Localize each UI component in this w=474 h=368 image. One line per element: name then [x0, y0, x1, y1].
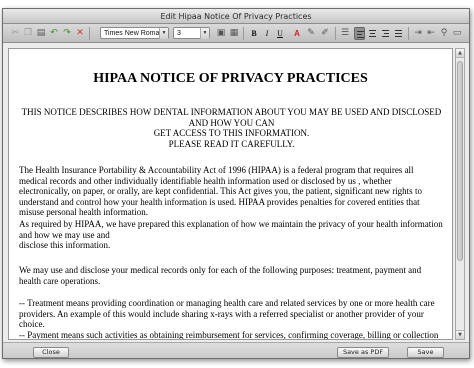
- paste-icon[interactable]: ▤: [35, 27, 47, 40]
- paragraph: -- Treatment means providing coordinatio…: [19, 298, 439, 340]
- toolbar-divider: [89, 27, 90, 40]
- chevron-up-icon[interactable]: ▲: [456, 49, 464, 58]
- document-title: HIPAA NOTICE OF PRIVACY PRACTICES: [93, 71, 368, 86]
- edit-icon[interactable]: ✐: [319, 27, 331, 40]
- bottom-bar: Close Save as PDF Save: [3, 342, 469, 358]
- close-button[interactable]: Close: [33, 347, 69, 358]
- align-left-button[interactable]: [354, 27, 365, 40]
- vertical-scrollbar[interactable]: ▲ ▼: [455, 48, 465, 340]
- scrollbar-thumb[interactable]: [457, 61, 463, 261]
- chevron-down-icon: ▼: [200, 28, 209, 39]
- paragraph: As required by HIPAA, we have prepared t…: [19, 219, 443, 250]
- save-button[interactable]: Save: [407, 347, 444, 358]
- intro-line: GET ACCESS TO THIS INFORMATION.: [153, 128, 310, 138]
- bold-button[interactable]: B: [248, 27, 260, 40]
- intro-line: PLEASE READ IT CAREFULLY.: [168, 138, 295, 149]
- outdent-icon[interactable]: ⇤: [425, 27, 437, 40]
- insert-link-icon[interactable]: ⚲: [438, 27, 450, 40]
- chevron-down-icon[interactable]: ▼: [456, 330, 464, 339]
- intro-line: AND HOW YOU CAN: [188, 117, 275, 128]
- font-family-select[interactable]: Times New Roman ▼: [100, 27, 169, 39]
- save-as-pdf-button[interactable]: Save as PDF: [337, 347, 389, 358]
- indent-icon[interactable]: ⇥: [412, 27, 424, 40]
- underline-button[interactable]: U: [274, 27, 286, 40]
- undo-icon[interactable]: ↶: [48, 27, 60, 40]
- bullet-list-icon[interactable]: ☰: [339, 27, 351, 40]
- align-center-button[interactable]: [367, 27, 378, 40]
- toolbar-divider: [243, 27, 244, 40]
- font-size-value: 3: [177, 30, 181, 37]
- delete-icon[interactable]: ✕: [74, 27, 86, 40]
- font-size-select[interactable]: 3 ▼: [173, 27, 210, 39]
- insert-image-icon[interactable]: ▣: [215, 27, 227, 40]
- toolbar-divider: [408, 27, 409, 40]
- chevron-down-icon: ▼: [159, 28, 168, 39]
- align-right-button[interactable]: [380, 27, 391, 40]
- copy-icon[interactable]: ❐: [22, 27, 34, 40]
- justify-button[interactable]: [393, 27, 404, 40]
- italic-button[interactable]: I: [261, 27, 273, 40]
- redo-icon[interactable]: ↷: [61, 27, 73, 40]
- toolbar-divider: [335, 27, 336, 40]
- document-editor[interactable]: HIPAA NOTICE OF PRIVACY PRACTICES THIS N…: [8, 48, 453, 340]
- cut-icon[interactable]: ✂: [9, 27, 21, 40]
- paragraph: We may use and disclose your medical rec…: [19, 265, 422, 286]
- text-color-button[interactable]: A: [291, 27, 303, 40]
- source-icon[interactable]: ▭: [451, 27, 463, 40]
- editor-window: Edit Hipaa Notice Of Privacy Practices ✂…: [2, 8, 470, 359]
- formatting-toolbar: ✂ ❐ ▤ ↶ ↷ ✕ Times New Roman ▼ 3 ▼ ▣ ▦ B …: [3, 24, 469, 43]
- window-title: Edit Hipaa Notice Of Privacy Practices: [3, 9, 469, 24]
- insert-table-icon[interactable]: ▦: [228, 27, 240, 40]
- paragraph: The Health Insurance Portability & Accou…: [19, 165, 422, 217]
- highlight-icon[interactable]: ✎: [305, 27, 317, 40]
- font-family-value: Times New Roman: [104, 30, 164, 37]
- intro-line: THIS NOTICE DESCRIBES HOW DENTAL INFORMA…: [21, 107, 442, 117]
